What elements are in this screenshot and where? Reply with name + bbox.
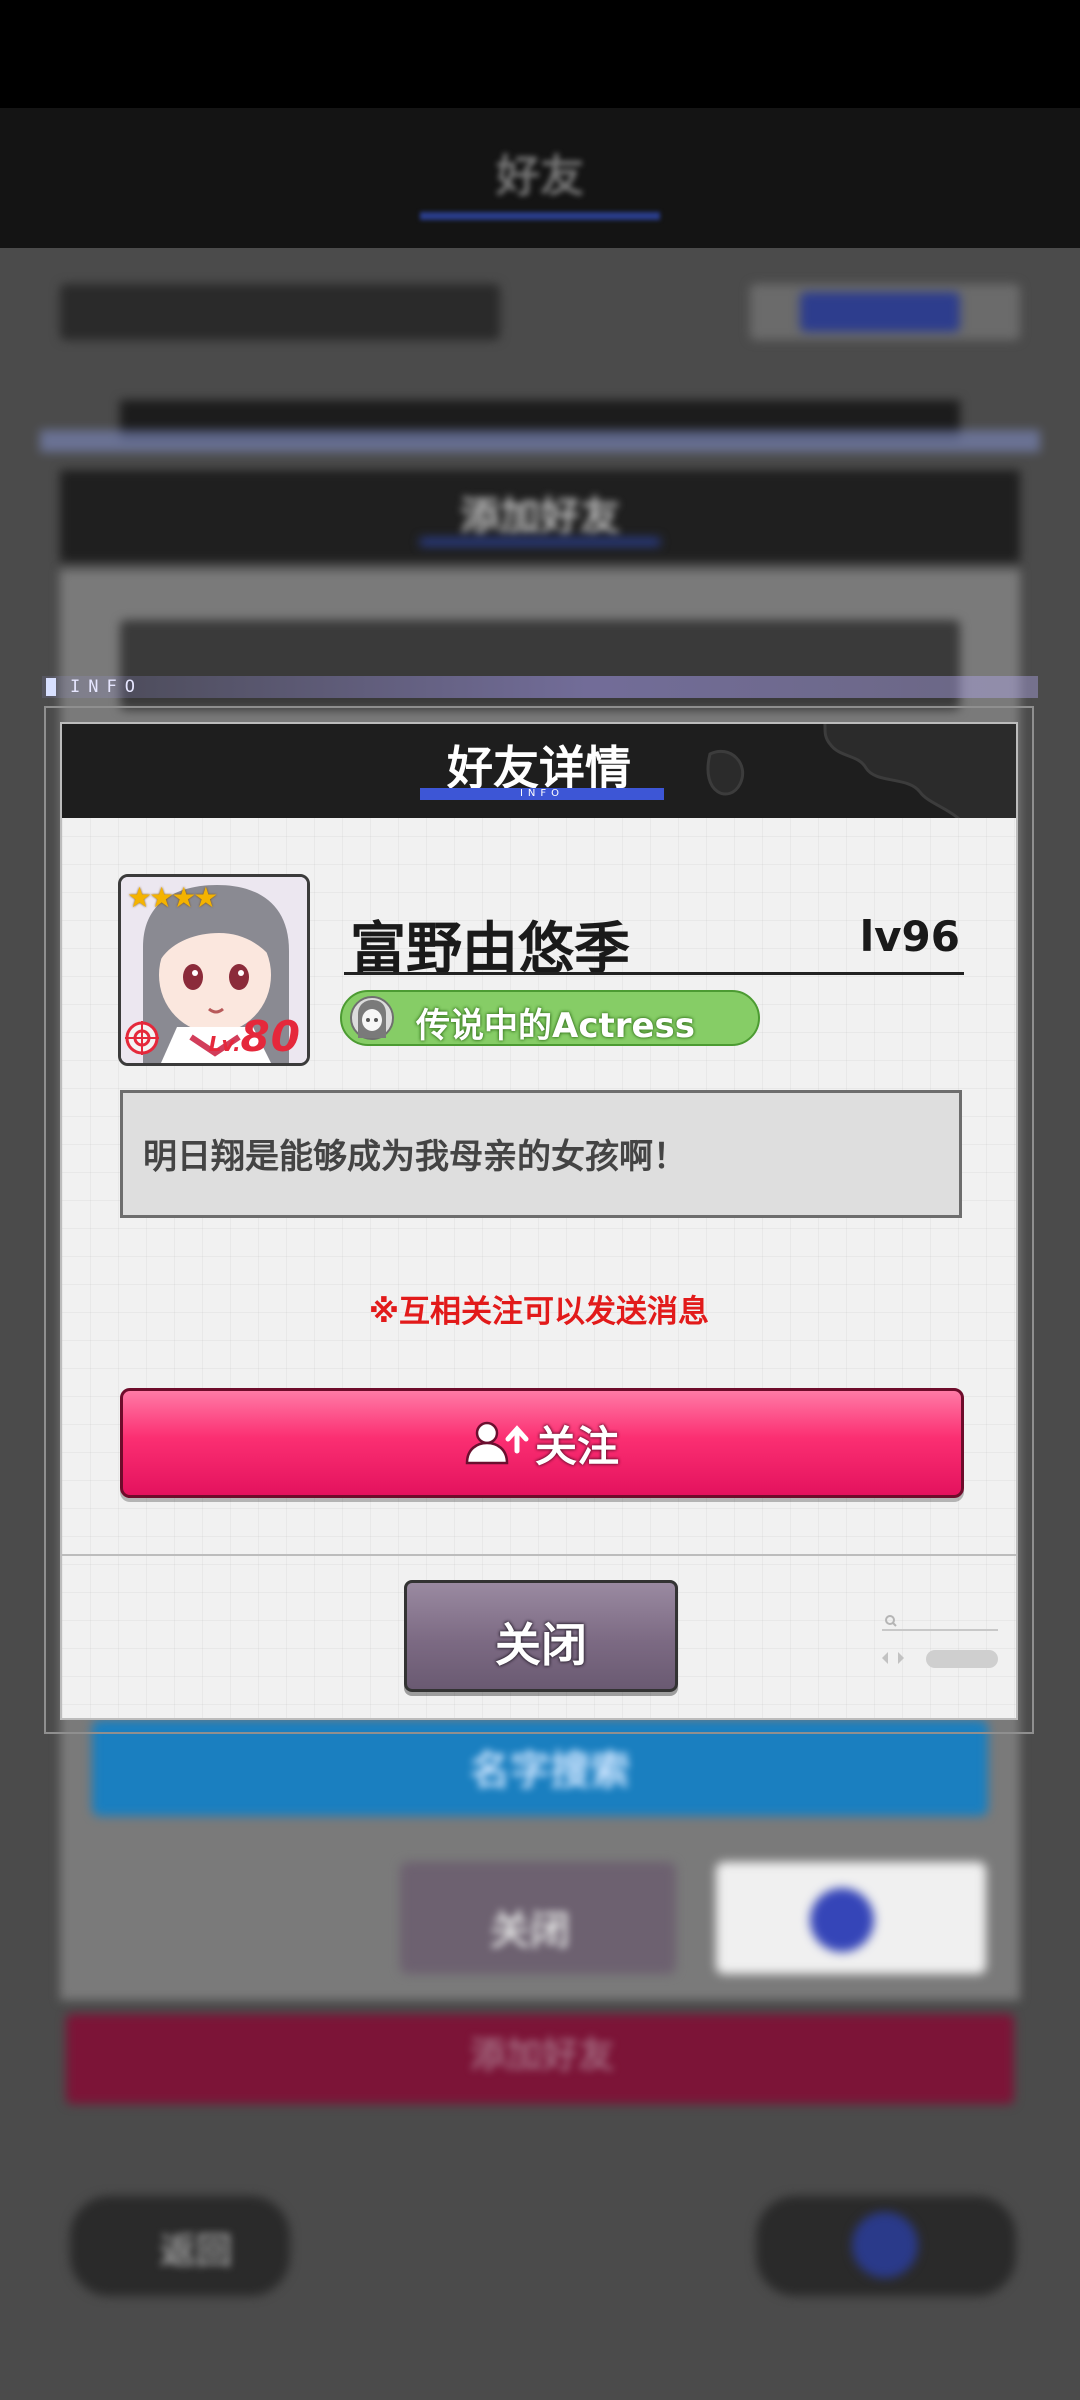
background-search-row [60,284,500,340]
card-level-badge: Lv.80 [209,1012,301,1061]
name-underline [344,972,964,975]
close-button-label: 关闭 [495,1618,587,1672]
info-strip-label: INFO [70,677,143,697]
mutual-follow-notice: ※互相关注可以发送消息 [368,1294,710,1330]
background-add-friend-label: 添加好友 [470,2035,615,2076]
status-bar [0,0,1080,108]
target-icon [125,1021,159,1055]
add-user-icon [465,1421,529,1465]
background-glow-strip [40,430,1040,452]
title-avatar-icon [350,996,394,1040]
background-section-underline [420,538,660,546]
player-title-text: 传说中的Actress [416,1006,696,1046]
background-search-label: 名字搜索 [470,1748,630,1794]
close-button[interactable]: 关闭 [404,1580,678,1692]
background-cancel-label: 关闭 [490,1908,570,1954]
background-header-underline [420,212,660,220]
background-header-title: 好友 [496,151,584,202]
player-bio-text: 明日翔是能够成为我母亲的女孩啊！ [143,1137,687,1177]
info-strip-marker [46,678,56,696]
background-back-label: 返回 [160,2231,233,2272]
dialog-title-sub: INFO [519,788,565,799]
card-level-prefix: Lv. [208,1032,241,1056]
dialog-header: 好友详情 INFO [62,724,1016,818]
player-avatar-card[interactable]: ★★★★ Lv.80 [118,874,310,1066]
card-level-value: 80 [240,1012,301,1061]
background-toggle-accent [800,292,960,332]
rarity-stars: ★★★★ [127,881,218,914]
player-bio-box: 明日翔是能够成为我母亲的女孩啊！ [120,1090,962,1218]
mini-control-decoration-icon [882,1615,998,1668]
player-level: lv96 [859,912,960,961]
info-strip [42,676,1038,698]
follow-button[interactable]: 关注 [120,1388,964,1498]
dialog-divider [62,1554,1016,1556]
follow-button-label: 关注 [534,1421,619,1471]
background-section-title: 添加好友 [460,494,620,540]
player-title-badge: 传说中的Actress [340,990,760,1046]
background-info-circle [810,1888,874,1952]
friend-detail-dialog: 好友详情 INFO ★★★★ Lv.80 富野由悠季 lv96 传说中的Actr… [60,722,1018,1720]
background-footer-info-circle [852,2212,918,2278]
